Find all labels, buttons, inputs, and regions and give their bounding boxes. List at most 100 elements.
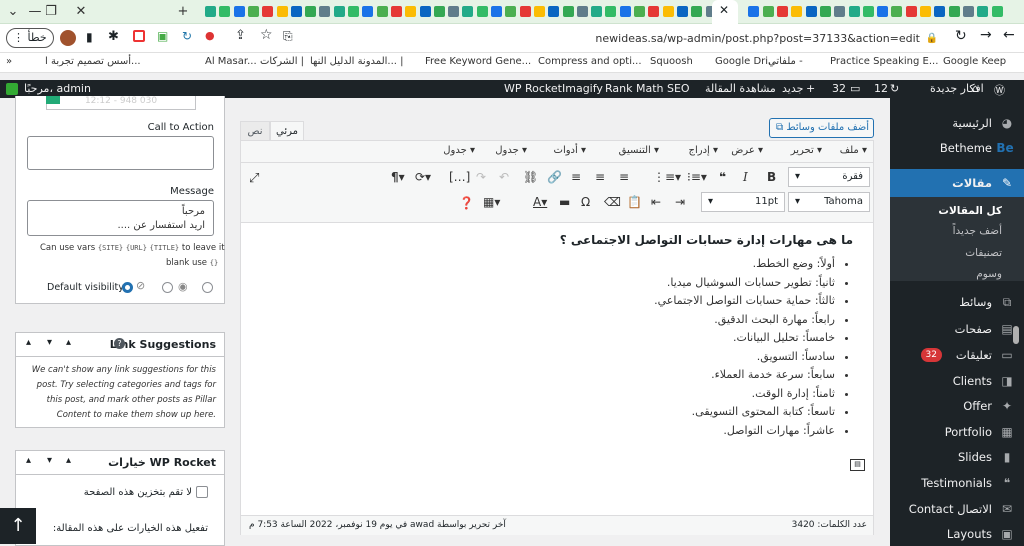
tab-favicon-icon[interactable] xyxy=(262,6,274,17)
extensions-icon[interactable]: ✱ xyxy=(108,29,119,44)
restore-icon[interactable]: ❐ xyxy=(40,2,62,22)
move-up-icon[interactable]: ▴ xyxy=(26,337,31,348)
tab-favicon-icon[interactable] xyxy=(362,6,374,17)
move-down-icon[interactable]: ▾ xyxy=(47,455,52,466)
tab-favicon-icon[interactable] xyxy=(376,6,388,17)
tab-favicon-icon[interactable] xyxy=(962,6,974,17)
sidebar-item-8[interactable]: صفحات xyxy=(955,322,992,336)
link-icon[interactable]: 🔗 xyxy=(547,170,562,184)
tab-favicon-icon[interactable] xyxy=(233,6,245,17)
redo-icon[interactable]: ↷ xyxy=(476,170,486,184)
tab-favicon-icon[interactable] xyxy=(476,6,488,17)
font-size-select[interactable]: ▾ 11pt xyxy=(701,192,785,212)
bookmark-item[interactable]: Google Keep xyxy=(943,56,1006,67)
time-input[interactable]: 12:12 - 948 030 xyxy=(46,96,196,110)
tab-favicon-icon[interactable] xyxy=(948,6,960,17)
tab-favicon-icon[interactable] xyxy=(934,6,946,17)
tab-favicon-icon[interactable] xyxy=(777,6,788,17)
tab-favicon-icon[interactable] xyxy=(862,6,874,17)
bookmark-star-icon[interactable]: ☆ xyxy=(260,27,273,43)
tab-favicon-icon[interactable] xyxy=(333,6,345,17)
close-window-icon[interactable]: ✕ xyxy=(70,2,92,22)
paste-text-icon[interactable]: 📋 xyxy=(627,195,642,209)
tab-favicon-icon[interactable] xyxy=(662,6,674,17)
tab-favicon-icon[interactable] xyxy=(977,6,989,17)
sidebar-item-10[interactable]: Clients xyxy=(953,374,992,388)
sidebar-icon[interactable]: ▮ xyxy=(86,30,93,44)
editor-widget-icon[interactable]: ▤ xyxy=(850,459,865,471)
tab-text[interactable]: نص xyxy=(240,121,270,141)
extension-green-icon[interactable]: ▣ xyxy=(157,29,168,43)
tab-favicon-icon[interactable] xyxy=(834,6,846,17)
tab-favicon-icon[interactable] xyxy=(691,6,703,17)
tab-favicon-icon[interactable] xyxy=(605,6,617,17)
bookmark-item[interactable]: Squoosh xyxy=(650,56,693,67)
bullet-list-icon[interactable]: ⁝≡▾ xyxy=(687,170,707,184)
move-down-icon[interactable]: ▾ xyxy=(47,337,52,348)
tab-favicon-icon[interactable] xyxy=(348,6,359,17)
tab-favicon-icon[interactable] xyxy=(390,6,402,17)
cta-textarea[interactable] xyxy=(27,136,214,170)
tab-favicon-icon[interactable] xyxy=(305,6,317,17)
address-bar[interactable]: newideas.sa/wp-admin/post.php?post=37133… xyxy=(300,28,940,49)
align-left-icon[interactable]: ≡ xyxy=(619,170,629,184)
collapse-icon[interactable]: ▴ xyxy=(66,337,71,348)
tab-favicon-icon[interactable] xyxy=(891,6,903,17)
menu-0[interactable]: ملف ▾ xyxy=(840,145,867,156)
tab-favicon-icon[interactable] xyxy=(991,6,1003,17)
add-media-button[interactable]: ⧉ أضف ملفات وسائط xyxy=(769,118,874,138)
paragraph-marks-icon[interactable]: ¶▾ xyxy=(391,170,405,184)
editor-content[interactable]: ما هى مهارات إدارة حسابات التواصل الاجتم… xyxy=(253,233,853,440)
special-char-icon[interactable]: Ω xyxy=(581,195,590,209)
refresh-icon[interactable]: ⟳▾ xyxy=(415,170,431,184)
tab-favicon-icon[interactable] xyxy=(433,6,445,17)
tab-favicon-icon[interactable] xyxy=(819,6,831,17)
tab-favicon-icon[interactable] xyxy=(533,6,545,17)
help-icon[interactable]: ? xyxy=(114,338,125,349)
fullscreen-icon[interactable]: ⤢ xyxy=(249,171,259,186)
menu-7[interactable]: جدول ▾ xyxy=(443,145,475,156)
tab-favicon-icon[interactable] xyxy=(276,6,288,17)
bookmark-item[interactable]: Compress and opti... xyxy=(538,56,642,67)
sidebar-item-16[interactable]: Layouts xyxy=(947,527,992,541)
sidebar-item-3[interactable]: كل المقالات xyxy=(938,205,1002,217)
menu-3[interactable]: إدراج ▾ xyxy=(689,145,719,156)
tab-favicon-icon[interactable] xyxy=(676,6,688,17)
tab-favicon-icon[interactable] xyxy=(205,6,216,17)
menu-5[interactable]: أدوات ▾ xyxy=(554,145,586,156)
sidebar-item-7[interactable]: وسائط xyxy=(959,295,992,309)
visibility-radio-visible[interactable] xyxy=(162,282,173,293)
menu-4[interactable]: التنسيق ▾ xyxy=(619,145,659,156)
new-content-link[interactable]: جديد xyxy=(782,82,803,95)
tab-favicon-icon[interactable] xyxy=(448,6,460,17)
wordpress-logo-icon[interactable]: Ⓦ xyxy=(994,82,1005,98)
indent-icon[interactable]: ⇥ xyxy=(675,195,685,209)
tab-favicon-icon[interactable] xyxy=(920,6,931,17)
page-scrollbar[interactable] xyxy=(1013,326,1019,344)
numbered-list-icon[interactable]: ⋮≡▾ xyxy=(653,170,681,184)
message-textarea[interactable]: مرحباً اريد استفسار عن .... xyxy=(27,200,214,236)
profile-error-button[interactable]: ⋮ خطأ xyxy=(6,28,54,48)
bookmark-item[interactable]: Al Masar... xyxy=(205,56,257,67)
scroll-top-button[interactable]: ↑ xyxy=(0,508,36,544)
tab-favicon-icon[interactable] xyxy=(576,6,588,17)
text-color-icon[interactable]: A▾ xyxy=(533,195,547,209)
bookmark-item[interactable]: Free Keyword Gene... xyxy=(425,56,531,67)
view-post-link[interactable]: مشاهدة المقالة xyxy=(705,82,776,95)
move-up-icon[interactable]: ▴ xyxy=(26,455,31,466)
extension-badge-icon[interactable]: ● xyxy=(205,29,215,42)
wp-rocket-link[interactable]: WP Rocket xyxy=(504,82,562,95)
active-tab[interactable]: ✕ xyxy=(712,0,738,24)
avatar[interactable] xyxy=(60,30,76,46)
align-right-icon[interactable]: ≡ xyxy=(571,170,581,184)
comments-count[interactable]: 32 xyxy=(832,82,846,95)
tab-favicon-icon[interactable] xyxy=(648,6,660,17)
menu-1[interactable]: تحرير ▾ xyxy=(791,145,822,156)
tab-favicon-icon[interactable] xyxy=(877,6,889,17)
collapse-icon[interactable]: ▴ xyxy=(66,455,71,466)
forward-icon[interactable]: → xyxy=(980,27,992,43)
sidebar-item-12[interactable]: Portfolio xyxy=(945,425,992,439)
tab-visual[interactable]: مرئي xyxy=(270,121,304,141)
tab-favicon-icon[interactable] xyxy=(591,6,603,17)
no-cache-checkbox[interactable] xyxy=(196,486,208,498)
